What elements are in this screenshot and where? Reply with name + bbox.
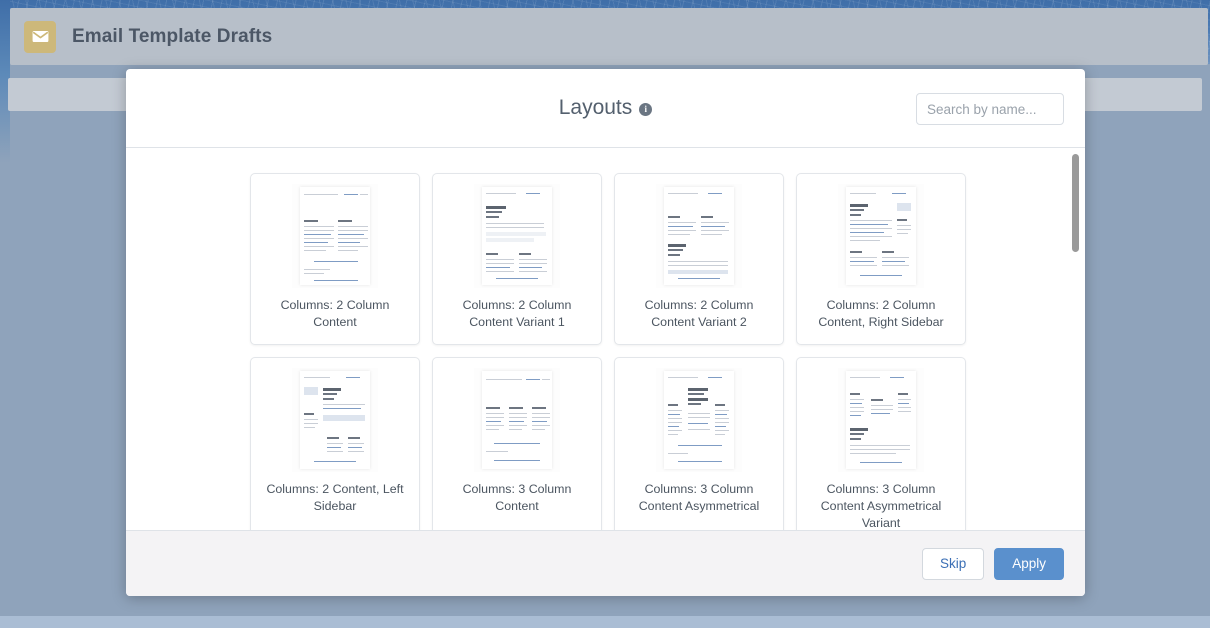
layout-thumbnail — [838, 184, 924, 288]
layout-card[interactable]: Columns: 3 Column Content Asymmetrical — [614, 357, 784, 530]
layout-card[interactable]: Columns: 2 Column Content Variant 1 — [432, 173, 602, 345]
page-title: Email Template Drafts — [72, 25, 273, 47]
layout-thumbnail — [656, 184, 742, 288]
layout-card-label: Columns: 3 Column Content Asymmetrical V… — [820, 482, 942, 530]
layout-card-label: Columns: 2 Column Content, Right Sidebar — [818, 298, 944, 329]
envelope-icon — [24, 20, 56, 53]
layout-thumbnail — [292, 368, 378, 472]
layout-thumbnail — [292, 184, 378, 288]
modal-footer: Skip Apply — [126, 530, 1085, 596]
layout-card[interactable]: Columns: 2 Column Content — [250, 173, 420, 345]
layouts-scrollbar[interactable] — [1071, 148, 1080, 530]
apply-button[interactable]: Apply — [994, 547, 1064, 580]
layout-card[interactable]: Columns: 2 Column Content Variant 2 — [614, 173, 784, 345]
layout-card-label: Columns: 2 Column Content Variant 1 — [462, 298, 572, 329]
modal-title: Layouts — [558, 96, 633, 119]
app-header: Email Template Drafts — [10, 8, 1208, 65]
layout-thumbnail — [474, 368, 560, 472]
page-root: Email Template Drafts Layouts i Search b… — [0, 0, 1210, 628]
layouts-grid: Columns: 2 Column Content Columns: 2 Col… — [126, 148, 1085, 530]
layout-thumbnail — [656, 368, 742, 472]
search-input[interactable] — [916, 93, 1064, 125]
skip-button[interactable]: Skip — [921, 547, 985, 580]
layout-thumbnail — [838, 368, 924, 472]
decorative-background-bottom-strip — [0, 616, 1210, 628]
layout-card[interactable]: Columns: 2 Column Content, Right Sidebar — [796, 173, 966, 345]
modal-title-group: Layouts i — [559, 96, 653, 120]
layout-card-label: Columns: 2 Column Content Variant 2 — [644, 298, 754, 329]
modal-header: Layouts i — [126, 69, 1085, 148]
layout-card[interactable]: Columns: 3 Column Content Asymmetrical V… — [796, 357, 966, 530]
layout-thumbnail — [474, 184, 560, 288]
layout-card-label: Columns: 3 Column Content Asymmetrical — [638, 482, 760, 513]
layout-card[interactable]: Columns: 3 Column Content — [432, 357, 602, 530]
info-icon[interactable]: i — [639, 103, 653, 116]
layout-card-label: Columns: 2 Column Content — [280, 298, 390, 329]
layout-card-label: Columns: 2 Content, Left Sidebar — [266, 482, 404, 513]
layout-card[interactable]: Columns: 2 Content, Left Sidebar — [250, 357, 420, 530]
layouts-scrollbar-thumb[interactable] — [1072, 154, 1079, 252]
layouts-modal: Layouts i Search by name... Columns: 2 C… — [126, 69, 1085, 596]
layouts-scroll-region[interactable]: Columns: 2 Column Content Columns: 2 Col… — [126, 148, 1085, 530]
layout-card-label: Columns: 3 Column Content — [462, 482, 572, 513]
